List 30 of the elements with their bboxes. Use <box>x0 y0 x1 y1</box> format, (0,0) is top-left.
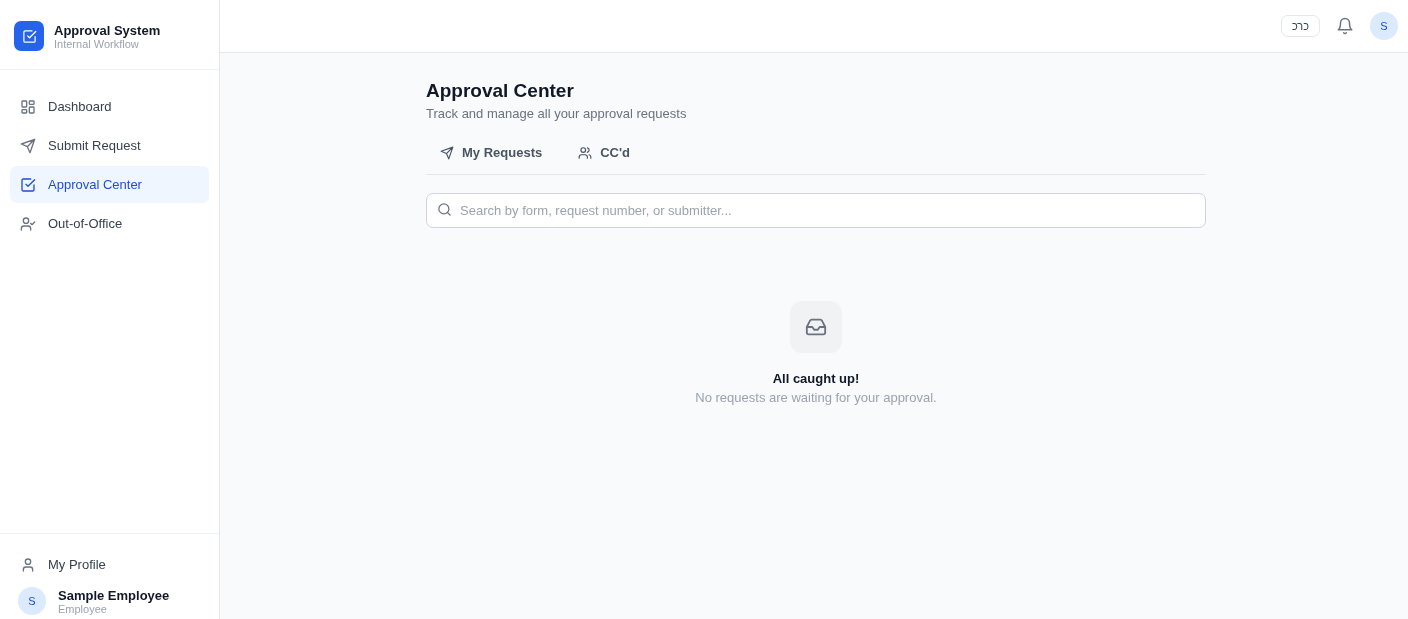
user-name: Sample Employee <box>58 587 170 603</box>
user-role: Employee <box>58 602 108 615</box>
checkbox-icon <box>21 28 37 44</box>
sidebar-item[interactable]: Approval Center <box>10 166 209 203</box>
grid-icon <box>20 98 36 115</box>
users-icon <box>578 145 593 160</box>
page-title: Approval Center <box>426 80 575 102</box>
user-icon <box>20 556 36 573</box>
send-icon <box>440 145 454 160</box>
send-icon <box>20 137 36 154</box>
user-avatar: S <box>18 587 46 615</box>
app-title: Approval System <box>54 22 161 38</box>
user-check-icon <box>20 215 36 232</box>
search-field[interactable]: Search by form, request number, or submitter... <box>426 193 1206 228</box>
user-avatar[interactable]: S <box>1370 12 1398 40</box>
search-icon <box>437 202 452 217</box>
tab[interactable]: My Requests <box>426 133 557 174</box>
sidebar-item[interactable]: Dashboard <box>10 88 209 125</box>
sidebar-item[interactable]: Out-of-Office <box>10 205 209 242</box>
app-subtitle: Internal Workflow <box>54 37 139 50</box>
sidebar-item[interactable]: Submit Request <box>10 127 209 164</box>
profile-link[interactable]: My Profile <box>10 546 209 583</box>
language-button[interactable]: כרכ <box>1280 15 1320 37</box>
empty-message: No requests are waiting for your approval. <box>695 390 937 405</box>
inbox-icon <box>805 316 827 338</box>
page-subtitle: Track and manage all your approval requests <box>426 106 688 121</box>
checkbox-icon <box>20 176 36 193</box>
empty-title: All caught up! <box>772 371 860 386</box>
bell-icon <box>1336 17 1354 35</box>
tab[interactable]: CC'd <box>564 133 644 174</box>
